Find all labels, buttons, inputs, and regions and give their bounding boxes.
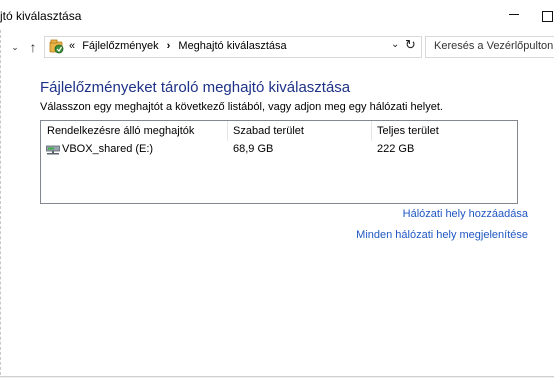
instruction-text: Válasszon egy meghajtót a következő list…: [40, 101, 443, 113]
page-title: Fájlelőzményeket tároló meghajtó kiválas…: [40, 79, 351, 96]
drive-list[interactable]: Rendelkezésre álló meghajtók Szabad terü…: [40, 120, 518, 204]
file-history-window: jtó kiválasztása ⌄ ↑ « Fájlelőzmények › …: [0, 0, 554, 377]
breadcrumb: « Fájlelőzmények › Meghajtó kiválasztása: [69, 40, 287, 52]
breadcrumb-file-history[interactable]: Fájlelőzmények: [82, 40, 158, 52]
address-bar[interactable]: « Fájlelőzmények › Meghajtó kiválasztása…: [44, 36, 422, 58]
window-left-edge: [0, 30, 4, 376]
drive-free-space: 68,9 GB: [233, 143, 274, 155]
column-separator[interactable]: [227, 121, 228, 141]
show-all-network-locations-link[interactable]: Minden hálózati hely megjelenítése: [356, 229, 528, 241]
recent-locations-chevron-icon[interactable]: ⌄: [10, 36, 20, 58]
breadcrumb-overflow[interactable]: «: [69, 40, 75, 52]
control-panel-icon: [49, 39, 64, 54]
maximize-icon: [541, 11, 553, 22]
title-bar: jtó kiválasztása: [0, 0, 554, 32]
table-row[interactable]: VBOX_shared (E:) 68,9 GB 222 GB: [41, 141, 517, 159]
add-network-location-link[interactable]: Hálózati hely hozzáadása: [403, 208, 528, 220]
minimize-icon: [509, 14, 519, 16]
breadcrumb-separator-icon[interactable]: ›: [167, 40, 171, 52]
maximize-button[interactable]: [533, 4, 554, 28]
up-arrow-icon[interactable]: ↑: [26, 36, 40, 58]
column-header-total-space[interactable]: Teljes terület: [377, 125, 439, 137]
refresh-icon[interactable]: ↻: [405, 37, 416, 53]
minimize-button[interactable]: [500, 4, 528, 28]
window-title: jtó kiválasztása: [0, 9, 82, 23]
network-drive-icon: [46, 145, 60, 155]
navigation-row: ⌄ ↑ « Fájlelőzmények › Meghajtó kiválasz…: [0, 36, 554, 58]
column-separator[interactable]: [371, 121, 372, 141]
column-header-drives[interactable]: Rendelkezésre álló meghajtók: [47, 125, 194, 137]
search-input[interactable]: Keresés a Vezérlőpulton: [425, 36, 554, 58]
address-dropdown-icon[interactable]: ⌄: [391, 39, 399, 50]
search-placeholder: Keresés a Vezérlőpulton: [434, 40, 554, 52]
breadcrumb-select-drive[interactable]: Meghajtó kiválasztása: [178, 40, 286, 52]
drive-name: VBOX_shared (E:): [62, 143, 154, 155]
drive-total-space: 222 GB: [377, 143, 415, 155]
column-header-free-space[interactable]: Szabad terület: [233, 125, 304, 137]
